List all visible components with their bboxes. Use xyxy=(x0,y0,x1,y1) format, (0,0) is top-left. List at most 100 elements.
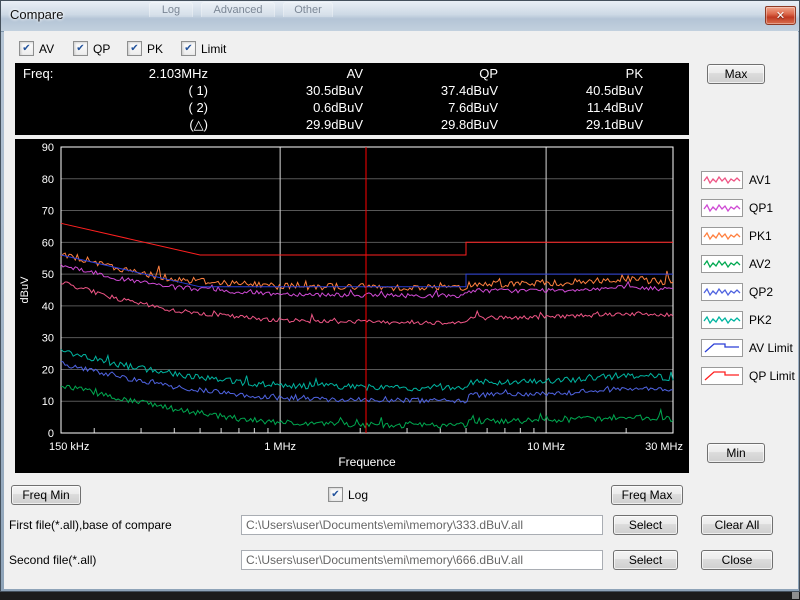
readout-value: 30.5dBuV xyxy=(208,83,363,100)
titlebar: Log Advanced Other Compare ✕ xyxy=(1,1,799,32)
readout-value: 29.1dBuV xyxy=(498,117,643,134)
svg-text:10: 10 xyxy=(42,396,54,408)
legend-item-pk2: PK2 xyxy=(701,311,795,328)
dialog-body: ✔ AV ✔ QP ✔ PK ✔ Limit Freq:2.103MHzAVQP… xyxy=(4,31,798,589)
min-button[interactable]: Min xyxy=(707,443,765,463)
trace-icon xyxy=(701,367,743,385)
svg-text:30 MHz: 30 MHz xyxy=(645,441,683,453)
trace-QP-Limit xyxy=(61,223,673,255)
chart-panel: 0102030405060708090150 kHz1 MHz10 MHz30 … xyxy=(15,139,689,473)
qp-checkbox[interactable]: ✔ QP xyxy=(73,41,110,56)
freq-min-button[interactable]: Freq Min xyxy=(11,485,81,505)
readout-row-label: ( 2) xyxy=(93,100,208,117)
first-file-label: First file(*.all),base of compare xyxy=(9,515,172,535)
trace-QP2 xyxy=(61,361,673,403)
close-button[interactable]: Close xyxy=(701,550,773,570)
legend-item-av-limit: AV Limit xyxy=(701,339,795,356)
legend: AV1 QP1 PK1 AV2 QP2 PK2 AV Limit QP Limit xyxy=(701,171,795,384)
svg-text:20: 20 xyxy=(42,364,54,376)
checkbox-check-icon: ✔ xyxy=(127,41,142,56)
close-glyph: ✕ xyxy=(776,9,785,22)
readout-table: Freq:2.103MHzAVQPPK( 1)30.5dBuV37.4dBuV4… xyxy=(15,63,689,134)
readout-value: 0.6dBuV xyxy=(208,100,363,117)
legend-item-qp-limit: QP Limit xyxy=(701,367,795,384)
svg-text:0: 0 xyxy=(48,428,54,440)
legend-label: AV1 xyxy=(749,173,771,187)
readout-col-header: AV xyxy=(208,66,363,83)
checkbox-check-icon: ✔ xyxy=(328,487,343,502)
log-checkbox[interactable]: ✔ Log xyxy=(328,487,368,502)
checkbox-check-icon: ✔ xyxy=(19,41,34,56)
legend-label: QP Limit xyxy=(749,369,795,383)
freq-max-button[interactable]: Freq Max xyxy=(611,485,683,505)
pk-checkbox[interactable]: ✔ PK xyxy=(127,41,163,56)
close-icon[interactable]: ✕ xyxy=(765,6,796,25)
select-first-button[interactable]: Select xyxy=(613,515,678,535)
legend-item-av2: AV2 xyxy=(701,255,795,272)
readout-value: 40.5dBuV xyxy=(498,83,643,100)
compare-chart[interactable]: 0102030405060708090150 kHz1 MHz10 MHz30 … xyxy=(15,139,689,473)
trace-AV-Limit xyxy=(61,255,673,287)
second-file-label: Second file(*.all) xyxy=(9,550,96,570)
resize-grip-icon xyxy=(792,592,799,599)
readout-value: 29.9dBuV xyxy=(208,117,363,134)
legend-label: PK1 xyxy=(749,229,772,243)
trace-icon xyxy=(701,255,743,273)
readout-value: 11.4dBuV xyxy=(498,100,643,117)
trace-icon xyxy=(701,311,743,329)
select-second-button[interactable]: Select xyxy=(613,550,678,570)
legend-label: AV2 xyxy=(749,257,771,271)
background-tab: Log xyxy=(149,2,193,17)
readout-row-label: (△) xyxy=(93,117,208,134)
svg-text:50: 50 xyxy=(42,269,54,281)
compare-dialog: Log Advanced Other Compare ✕ ✔ AV ✔ QP ✔ P… xyxy=(0,0,800,592)
legend-item-pk1: PK1 xyxy=(701,227,795,244)
svg-text:150 kHz: 150 kHz xyxy=(49,441,89,453)
trace-QP1 xyxy=(61,264,673,298)
legend-label: PK2 xyxy=(749,313,772,327)
readout-spacer xyxy=(15,83,93,100)
background-tab: Other xyxy=(283,2,333,17)
trace-icon xyxy=(701,171,743,189)
background-tab: Advanced xyxy=(201,2,275,17)
limit-checkbox[interactable]: ✔ Limit xyxy=(181,41,226,56)
max-button[interactable]: Max xyxy=(707,64,765,84)
x-axis-label: Frequence xyxy=(338,455,396,469)
readout-spacer xyxy=(15,117,93,134)
svg-text:90: 90 xyxy=(42,142,54,154)
svg-text:40: 40 xyxy=(42,301,54,313)
readout-value: 37.4dBuV xyxy=(363,83,498,100)
legend-label: QP1 xyxy=(749,201,773,215)
svg-text:70: 70 xyxy=(42,206,54,218)
av-checkbox-label: AV xyxy=(39,42,54,56)
legend-label: AV Limit xyxy=(749,341,793,355)
av-checkbox[interactable]: ✔ AV xyxy=(19,41,54,56)
trace-icon xyxy=(701,227,743,245)
svg-text:10 MHz: 10 MHz xyxy=(527,441,565,453)
svg-text:1 MHz: 1 MHz xyxy=(264,441,296,453)
svg-text:80: 80 xyxy=(42,174,54,186)
readout-value: 29.8dBuV xyxy=(363,117,498,134)
trace-icon xyxy=(701,283,743,301)
checkbox-check-icon: ✔ xyxy=(73,41,88,56)
trace-PK1 xyxy=(61,253,673,291)
limit-checkbox-label: Limit xyxy=(201,42,226,56)
clear-all-button[interactable]: Clear All xyxy=(701,515,773,535)
y-axis-label: dBuV xyxy=(19,276,31,304)
pk-checkbox-label: PK xyxy=(147,42,163,56)
legend-item-qp1: QP1 xyxy=(701,199,795,216)
window-title: Compare xyxy=(10,1,63,29)
readout-freq-label: Freq: xyxy=(15,66,93,83)
log-checkbox-label: Log xyxy=(348,488,368,502)
trace-AV1 xyxy=(61,282,673,324)
svg-text:60: 60 xyxy=(42,237,54,249)
legend-item-qp2: QP2 xyxy=(701,283,795,300)
readout-value: 7.6dBuV xyxy=(363,100,498,117)
second-file-input[interactable] xyxy=(241,550,603,570)
trace-AV2 xyxy=(61,385,673,428)
readout-col-header: PK xyxy=(498,66,643,83)
trace-icon xyxy=(701,339,743,357)
readout-spacer xyxy=(15,100,93,117)
first-file-input[interactable] xyxy=(241,515,603,535)
readout-row-label: ( 1) xyxy=(93,83,208,100)
